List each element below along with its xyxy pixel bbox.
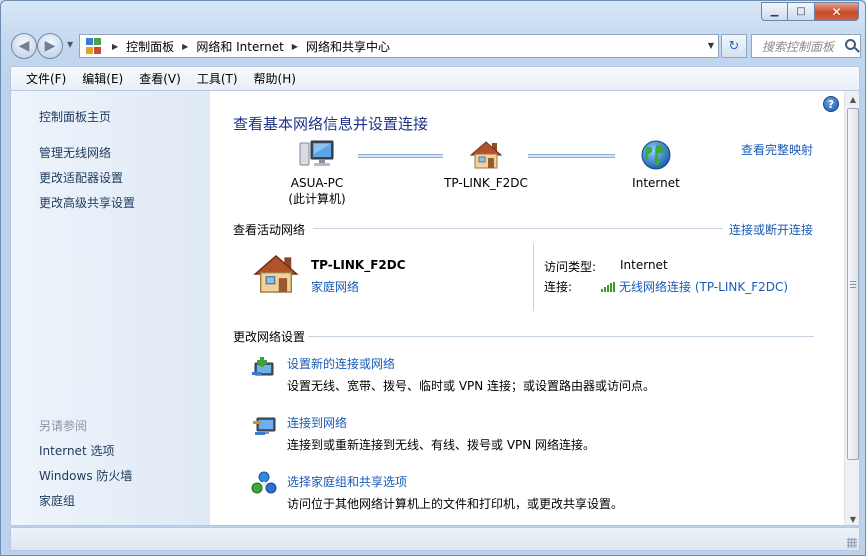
see-also-heading: 另请参阅	[39, 419, 88, 433]
breadcrumb-arrow-icon[interactable]: ▶	[292, 42, 298, 51]
view-full-map-link[interactable]: 查看完整映射	[741, 141, 813, 158]
section-divider	[308, 336, 814, 337]
house-icon	[469, 141, 503, 169]
address-history-dropdown[interactable]: ▼	[708, 41, 714, 50]
scroll-up-arrow-icon[interactable]: ▲	[845, 91, 859, 107]
connect-disconnect-link[interactable]: 连接或断开连接	[729, 221, 813, 238]
breadcrumb-item[interactable]: ▶ 网络和共享中心	[284, 38, 390, 55]
sidebar-link-adapter-settings[interactable]: 更改适配器设置	[39, 169, 123, 186]
breadcrumb-arrow-icon[interactable]: ▶	[112, 42, 118, 51]
task-desc-homegroup-sharing: 访问位于其他网络计算机上的文件和打印机，或更改共享设置。	[287, 497, 624, 511]
sidebar-link-internet-options[interactable]: Internet 选项	[39, 442, 114, 459]
vertical-scrollbar[interactable]: ▲ ▼	[844, 91, 859, 525]
scroll-thumb[interactable]	[847, 108, 859, 460]
page-title: 查看基本网络信息并设置连接	[233, 115, 429, 133]
active-networks-heading: 查看活动网络	[233, 223, 306, 237]
close-button[interactable]: ✕	[815, 2, 859, 21]
sidebar-link-manage-wireless[interactable]: 管理无线网络	[39, 144, 111, 161]
explorer-window: ▁ □ ✕ ◀ ▶ ▼ ▶ 控制面板 ▶ 网络和 Internet ▶ 网络和共…	[0, 0, 866, 556]
menu-help[interactable]: 帮助(H)	[248, 70, 302, 87]
menu-tools[interactable]: 工具(T)	[191, 70, 244, 87]
breadcrumb-network-sharing-center[interactable]: 网络和共享中心	[306, 38, 390, 55]
active-network-name: TP-LINK_F2DC	[311, 258, 406, 272]
section-divider	[313, 228, 723, 229]
back-arrow-icon: ◀	[18, 38, 30, 54]
menu-edit[interactable]: 编辑(E)	[76, 70, 129, 87]
window-controls: ▁ □ ✕	[761, 2, 859, 21]
map-node-router[interactable]: TP-LINK_F2DC	[436, 139, 536, 191]
connector-line	[358, 154, 443, 158]
scroll-down-arrow-icon[interactable]: ▼	[845, 511, 859, 525]
task-link-connect-network[interactable]: 连接到网络	[287, 414, 347, 431]
search-placeholder: 搜索控制面板	[762, 39, 835, 54]
search-input[interactable]: 搜索控制面板	[751, 34, 861, 58]
task-desc-connect-network: 连接到或重新连接到无线、有线、拨号或 VPN 网络连接。	[287, 438, 596, 452]
task-desc-new-connection: 设置无线、宽带、拨号、临时或 VPN 连接；或设置路由器或访问点。	[287, 379, 656, 393]
access-type-value: Internet	[620, 258, 668, 272]
connection-label: 连接:	[544, 280, 573, 294]
main-panel: ? 查看基本网络信息并设置连接 查看完整映射 ASUA-PC (此计算机) TP…	[210, 91, 859, 525]
recent-pages-dropdown[interactable]: ▼	[67, 40, 73, 49]
forward-button[interactable]: ▶	[37, 33, 63, 59]
new-connection-icon	[252, 357, 274, 376]
maximize-button[interactable]: □	[788, 2, 815, 21]
help-icon[interactable]: ?	[823, 96, 839, 112]
computer-icon	[299, 140, 334, 166]
content-area: 控制面板主页 管理无线网络 更改适配器设置 更改高级共享设置 另请参阅 Inte…	[10, 90, 860, 526]
menu-file[interactable]: 文件(F)	[20, 70, 72, 87]
access-type-label: 访问类型:	[544, 260, 597, 274]
breadcrumb-network-internet[interactable]: 网络和 Internet	[196, 38, 283, 55]
address-bar[interactable]: ▶ 控制面板 ▶ 网络和 Internet ▶ 网络和共享中心 ▼	[79, 34, 719, 58]
computer-subtitle: (此计算机)	[288, 192, 346, 206]
task-link-homegroup-sharing[interactable]: 选择家庭组和共享选项	[287, 473, 407, 490]
task-pane: 控制面板主页 管理无线网络 更改适配器设置 更改高级共享设置 另请参阅 Inte…	[11, 91, 210, 525]
status-bar	[10, 527, 860, 551]
breadcrumb-arrow-icon[interactable]: ▶	[182, 42, 188, 51]
forward-arrow-icon: ▶	[44, 38, 56, 54]
navigation-bar: ◀ ▶ ▼ ▶ 控制面板 ▶ 网络和 Internet ▶ 网络和共享中心 ▼ …	[7, 31, 861, 61]
breadcrumb-item[interactable]: ▶ 控制面板	[108, 38, 174, 55]
minimize-button[interactable]: ▁	[761, 2, 788, 21]
breadcrumb-item[interactable]: ▶ 网络和 Internet	[174, 38, 284, 55]
refresh-button[interactable]: ↻	[721, 34, 747, 58]
menu-view[interactable]: 查看(V)	[133, 70, 187, 87]
control-panel-icon	[86, 38, 102, 54]
map-node-computer[interactable]: ASUA-PC (此计算机)	[272, 139, 362, 207]
task-link-new-connection[interactable]: 设置新的连接或网络	[287, 355, 395, 372]
router-name: TP-LINK_F2DC	[444, 176, 528, 190]
sidebar-link-advanced-sharing[interactable]: 更改高级共享设置	[39, 194, 135, 211]
connector-line	[528, 154, 615, 158]
sidebar-link-control-panel-home[interactable]: 控制面板主页	[39, 108, 111, 125]
resize-grip-icon[interactable]	[847, 538, 857, 548]
connect-network-icon	[253, 417, 276, 435]
globe-icon	[641, 140, 671, 170]
wireless-signal-icon	[601, 282, 615, 292]
change-settings-heading: 更改网络设置	[233, 330, 306, 344]
computer-name: ASUA-PC	[290, 176, 344, 190]
menu-bar: 文件(F) 编辑(E) 查看(V) 工具(T) 帮助(H)	[10, 66, 860, 90]
vertical-divider	[533, 243, 534, 311]
internet-label: Internet	[632, 176, 680, 190]
network-type-link[interactable]: 家庭网络	[311, 278, 359, 295]
back-button[interactable]: ◀	[11, 33, 37, 59]
connection-value[interactable]: 无线网络连接 (TP-LINK_F2DC)	[601, 278, 788, 295]
breadcrumb-control-panel[interactable]: 控制面板	[126, 38, 174, 55]
refresh-icon: ↻	[728, 38, 740, 54]
search-icon[interactable]	[845, 39, 856, 50]
sidebar-link-homegroup[interactable]: 家庭组	[39, 492, 75, 509]
grip-icon	[850, 280, 856, 288]
map-node-internet[interactable]: Internet	[616, 139, 696, 191]
house-icon	[253, 255, 299, 293]
homegroup-icon	[251, 471, 277, 494]
sidebar-link-windows-firewall[interactable]: Windows 防火墙	[39, 467, 132, 484]
wireless-connection-link[interactable]: 无线网络连接 (TP-LINK_F2DC)	[619, 280, 788, 294]
